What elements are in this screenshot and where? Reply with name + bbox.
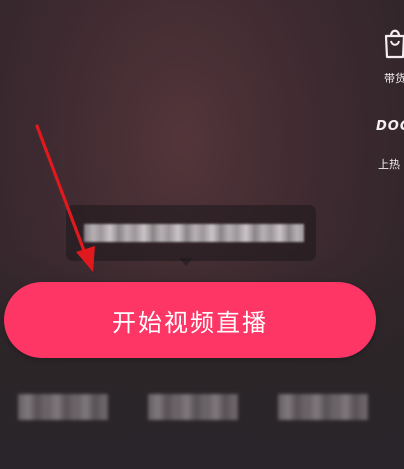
bottom-option-pixelated[interactable] bbox=[148, 394, 238, 420]
tip-bubble-tail bbox=[179, 258, 193, 266]
start-live-button[interactable]: 开始视频直播 bbox=[4, 282, 376, 358]
live-setup-screen: 带货 DOC 上热 开始视频直播 bbox=[0, 0, 404, 469]
bottom-option-pixelated[interactable] bbox=[18, 394, 108, 420]
shangre-label[interactable]: 上热 bbox=[378, 156, 400, 172]
bottom-option-pixelated[interactable] bbox=[278, 394, 368, 420]
start-live-button-label: 开始视频直播 bbox=[112, 308, 268, 337]
daihuo-label[interactable]: 带货 bbox=[384, 70, 404, 86]
dou-plus-logo-icon[interactable]: DOC bbox=[376, 119, 404, 134]
shopping-bag-icon[interactable] bbox=[383, 24, 404, 60]
tip-text-pixelated bbox=[84, 224, 304, 242]
